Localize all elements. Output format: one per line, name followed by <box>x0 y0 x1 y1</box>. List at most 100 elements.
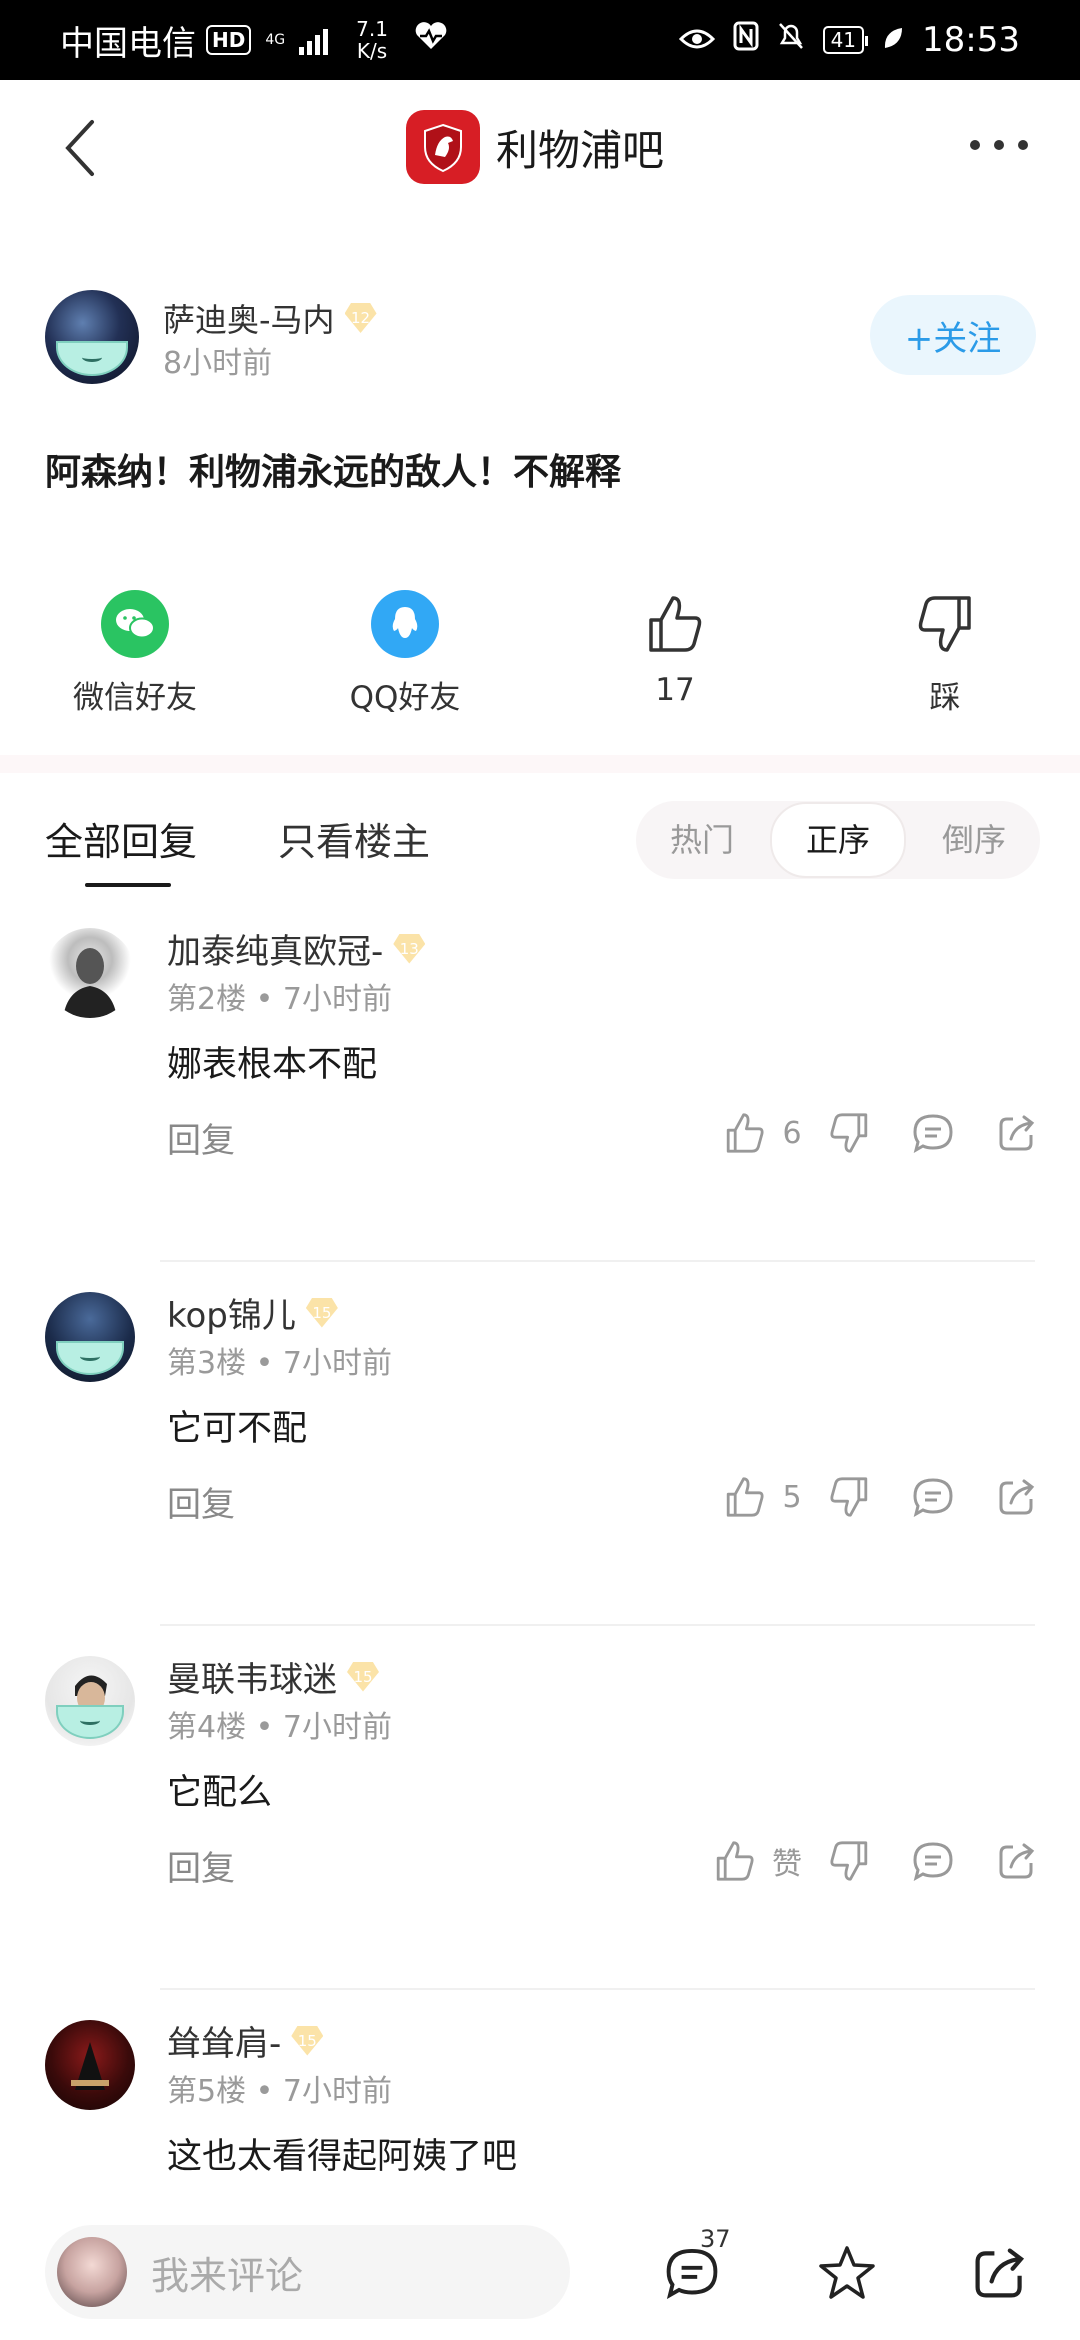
comment-text: 它配么 <box>167 1773 273 1813</box>
thumbs-down-icon <box>830 1841 868 1881</box>
bottom-bar: 我来评论 37 <box>0 2205 1080 2340</box>
meta-separator: • <box>255 2074 274 2109</box>
follow-button[interactable]: +关注 <box>870 295 1036 375</box>
forum-title-group[interactable]: 利物浦吧 <box>406 110 664 184</box>
comment-time: 7小时前 <box>282 1346 392 1381</box>
back-button[interactable] <box>60 118 110 188</box>
chat-bubble-icon <box>666 2248 718 2299</box>
favorite-button[interactable] <box>815 2241 879 2305</box>
thumbs-up-icon <box>726 1477 764 1517</box>
reply-button[interactable]: 回复 <box>167 1841 235 1890</box>
app-header: 利物浦吧 <box>0 80 1080 215</box>
comment-actions: 6 <box>722 1103 1040 1163</box>
commenter-avatar[interactable] <box>45 2020 135 2110</box>
sort-hot[interactable]: 热门 <box>636 804 768 876</box>
like-comment-button[interactable] <box>722 1110 768 1156</box>
level-badge: 12 <box>344 303 377 333</box>
comment-item: 耸耸肩- 15 第5楼 • 7小时前 这也太看得起阿姨了吧 <box>0 1990 1080 2205</box>
share-post-button[interactable] <box>968 2241 1032 2305</box>
share-icon <box>999 1479 1035 1515</box>
meta-separator: • <box>255 982 274 1017</box>
level-badge: 13 <box>393 933 426 964</box>
like-button[interactable]: 17 <box>585 590 765 708</box>
thumbs-up-icon <box>641 590 709 658</box>
current-user-avatar <box>57 2237 127 2307</box>
heartbeat-icon <box>414 20 448 60</box>
share-icon <box>999 1115 1035 1151</box>
thumbs-down-icon <box>830 1113 868 1153</box>
level-badge: 15 <box>347 1661 379 1692</box>
commenter-avatar[interactable] <box>45 1656 135 1746</box>
comment-text: 这也太看得起阿姨了吧 <box>167 2137 518 2177</box>
author-avatar[interactable] <box>45 290 139 384</box>
commenter-name: 加泰纯真欧冠- <box>167 932 384 972</box>
commenter-name-row[interactable]: kop锦儿 15 <box>167 1288 338 1337</box>
comment-item: 曼联韦球迷 15 第4楼 • 7小时前 它配么 回复 赞 <box>0 1626 1080 1990</box>
share-comment-button[interactable] <box>994 1838 1040 1884</box>
comment-time: 7小时前 <box>282 1710 392 1745</box>
commenter-name-row[interactable]: 加泰纯真欧冠- 13 <box>167 924 426 973</box>
dislike-label: 踩 <box>929 680 961 716</box>
comment-item: kop锦儿 15 第3楼 • 7小时前 它可不配 回复 5 <box>0 1262 1080 1626</box>
sort-toggle: 热门 正序 倒序 <box>636 801 1040 879</box>
comment-reply-icon-button[interactable] <box>910 1110 956 1156</box>
like-comment-button[interactable] <box>712 1838 758 1884</box>
dislike-button[interactable]: 踩 <box>855 590 1035 717</box>
commenter-name: kop锦儿 <box>167 1296 296 1336</box>
share-icon <box>999 1843 1035 1879</box>
network-speed: 7.1 K/s <box>356 17 388 63</box>
comment-actions: 5 <box>722 1467 1040 1527</box>
floor-number: 第4楼 <box>167 1710 247 1745</box>
chat-bubble-icon <box>913 1842 953 1881</box>
chat-bubble-icon <box>913 1114 953 1153</box>
comment-reply-icon-button[interactable] <box>910 1474 956 1520</box>
more-options-button[interactable] <box>970 140 1028 150</box>
tab-owner-only[interactable]: 只看楼主 <box>278 811 430 866</box>
comment-meta: 第4楼 • 7小时前 <box>167 1702 392 1746</box>
commenter-avatar[interactable] <box>45 1292 135 1382</box>
chevron-left-icon <box>65 120 94 176</box>
share-comment-button[interactable] <box>994 1474 1040 1520</box>
comment-meta: 第5楼 • 7小时前 <box>167 2066 392 2110</box>
comment-time: 7小时前 <box>282 2074 392 2109</box>
share-wechat-button[interactable]: 微信好友 <box>45 590 225 717</box>
like-comment-button[interactable] <box>722 1474 768 1520</box>
comment-input-placeholder: 我来评论 <box>151 2253 304 2298</box>
like-count: 17 <box>655 672 695 708</box>
dislike-comment-button[interactable] <box>826 1474 872 1520</box>
sort-asc[interactable]: 正序 <box>770 802 906 878</box>
share-row: 微信好友 QQ好友 17 踩 <box>0 590 1080 720</box>
eye-icon <box>678 20 715 60</box>
commenter-avatar[interactable] <box>45 928 135 1018</box>
comment-reply-icon-button[interactable] <box>910 1838 956 1884</box>
tab-indicator <box>85 883 171 887</box>
like-count: 5 <box>782 1479 802 1515</box>
meta-separator: • <box>255 1710 274 1745</box>
thumbs-down-icon <box>911 590 979 658</box>
leaf-icon <box>882 20 904 60</box>
wechat-icon <box>101 590 169 658</box>
clock: 18:53 <box>922 20 1020 60</box>
sort-desc[interactable]: 倒序 <box>908 804 1040 876</box>
reply-button[interactable]: 回复 <box>167 1477 235 1526</box>
author-name-row[interactable]: 萨迪奥-马内 12 <box>163 295 377 341</box>
thumbs-up-icon <box>726 1113 764 1153</box>
commenter-name-row[interactable]: 耸耸肩- 15 <box>167 2016 324 2065</box>
commenter-name-row[interactable]: 曼联韦球迷 15 <box>167 1652 379 1701</box>
dislike-comment-button[interactable] <box>826 1110 872 1156</box>
dislike-comment-button[interactable] <box>826 1838 872 1884</box>
comment-text: 它可不配 <box>167 1409 308 1449</box>
forum-title: 利物浦吧 <box>496 125 665 175</box>
share-wechat-label: 微信好友 <box>73 680 197 716</box>
comment-meta: 第2楼 • 7小时前 <box>167 974 392 1018</box>
tab-all-replies[interactable]: 全部回复 <box>45 811 197 866</box>
commenter-name: 耸耸肩- <box>167 2024 282 2064</box>
share-qq-button[interactable]: QQ好友 <box>315 590 495 717</box>
reply-button[interactable]: 回复 <box>167 1113 235 1162</box>
like-count: 6 <box>782 1115 802 1151</box>
mute-bell-icon <box>777 20 805 60</box>
qq-icon <box>371 590 439 658</box>
share-comment-button[interactable] <box>994 1110 1040 1156</box>
meta-separator: • <box>255 1346 274 1381</box>
comment-input[interactable]: 我来评论 <box>45 2225 570 2319</box>
